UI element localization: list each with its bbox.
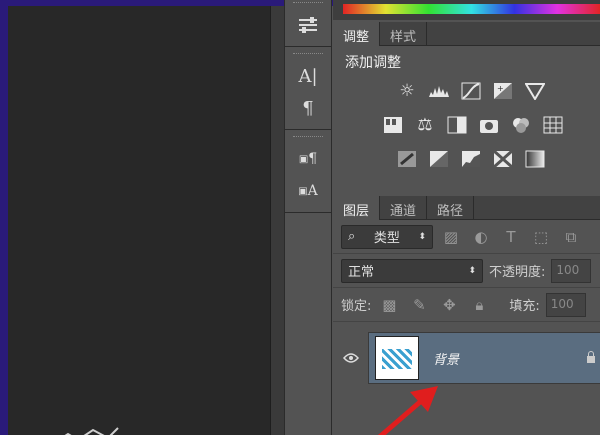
grip-handle[interactable] bbox=[293, 2, 323, 8]
search-icon: ⌕ bbox=[348, 229, 356, 244]
fill-label: 填充: bbox=[509, 299, 540, 314]
blend-mode-row: 正常 ⬍ 不透明度: 100 bbox=[333, 254, 600, 288]
lock-icon bbox=[586, 350, 600, 366]
filter-shape-icon[interactable]: ⬚ bbox=[529, 228, 553, 246]
lock-position-icon[interactable]: ✥ bbox=[437, 296, 461, 314]
layer-filter-row: ⌕ 类型 ⬍ ▨ ◐ T ⬚ ⧉ bbox=[333, 220, 600, 254]
annotation-arrow-icon bbox=[377, 386, 438, 435]
filter-adjustment-icon[interactable]: ◐ bbox=[469, 228, 493, 246]
svg-text:+: + bbox=[497, 84, 504, 93]
fill-input[interactable]: 100 bbox=[545, 292, 586, 317]
canvas-scroll-edge bbox=[270, 6, 284, 435]
tab-channels[interactable]: 通道 bbox=[380, 196, 428, 220]
filter-kind-value: 类型 bbox=[373, 231, 400, 246]
panel-icon-column: A| ¶ ▣ ¶ ▣ A bbox=[284, 0, 332, 435]
lock-transparent-icon[interactable]: ▩ bbox=[377, 296, 401, 314]
black-white-icon[interactable] bbox=[445, 114, 469, 136]
filter-kind-select[interactable]: ⌕ 类型 ⬍ bbox=[341, 224, 433, 249]
color-lookup-icon[interactable] bbox=[541, 114, 565, 136]
opacity-label: 不透明度: bbox=[489, 265, 546, 280]
swatches-strip bbox=[333, 0, 600, 20]
opacity-input[interactable]: 100 bbox=[551, 258, 592, 283]
invert-icon[interactable] bbox=[395, 148, 419, 170]
levels-icon[interactable] bbox=[427, 80, 451, 102]
window-frame-left bbox=[0, 0, 8, 435]
tab-paths[interactable]: 路径 bbox=[427, 196, 475, 220]
tab-layers[interactable]: 图层 bbox=[333, 196, 381, 220]
brightness-icon[interactable]: ☼ bbox=[395, 80, 419, 102]
hue-saturation-icon[interactable] bbox=[381, 114, 405, 136]
layers-tabbar: 图层 通道 路径 bbox=[333, 196, 600, 220]
adjustments-row-2: ⚖ bbox=[333, 108, 600, 142]
adjustments-title: 添加调整 bbox=[345, 55, 401, 71]
grip-handle[interactable] bbox=[293, 53, 323, 59]
grip-handle[interactable] bbox=[293, 136, 323, 142]
color-balance-icon[interactable]: ⚖ bbox=[413, 114, 437, 136]
properties-sliders-icon[interactable] bbox=[288, 10, 328, 40]
chevron-updown-icon: ⬍ bbox=[468, 265, 476, 276]
posterize-icon[interactable] bbox=[427, 148, 451, 170]
blend-mode-select[interactable]: 正常 ⬍ bbox=[341, 258, 483, 283]
filter-type-icon[interactable]: T bbox=[499, 228, 523, 246]
lock-label: 锁定: bbox=[341, 299, 372, 314]
adjustments-panel: 调整 样式 添加调整 ☼ + ⚖ bbox=[333, 22, 600, 190]
threshold-icon[interactable] bbox=[459, 148, 483, 170]
color-ramp[interactable] bbox=[343, 4, 600, 14]
paragraph-styles-icon[interactable]: ▣ ¶ bbox=[288, 144, 328, 174]
photo-filter-icon[interactable] bbox=[477, 114, 501, 136]
lock-row: 锁定: ▩ ✎ ✥ 🔒︎ 填充: 100 bbox=[333, 288, 600, 322]
paragraph-icon[interactable]: ¶ bbox=[288, 93, 328, 123]
vibrance-icon[interactable] bbox=[523, 80, 547, 102]
filter-smart-object-icon[interactable]: ⧉ bbox=[559, 228, 583, 246]
eye-icon[interactable] bbox=[333, 332, 369, 384]
channel-mixer-icon[interactable] bbox=[509, 114, 533, 136]
layer-name[interactable]: 背景 bbox=[433, 349, 586, 368]
gradient-map-icon[interactable] bbox=[523, 148, 547, 170]
document-canvas[interactable] bbox=[8, 6, 270, 435]
adjustments-tabbar: 调整 样式 bbox=[333, 22, 600, 46]
chevron-updown-icon: ⬍ bbox=[418, 231, 426, 242]
adjustments-row-3 bbox=[333, 142, 600, 176]
lock-brush-icon[interactable]: ✎ bbox=[407, 296, 431, 314]
curves-icon[interactable] bbox=[459, 80, 483, 102]
exposure-icon[interactable]: + bbox=[491, 80, 515, 102]
canvas-sketch bbox=[64, 427, 119, 435]
tab-styles[interactable]: 样式 bbox=[380, 22, 428, 46]
layer-thumbnail bbox=[375, 336, 419, 380]
character-icon[interactable]: A| bbox=[288, 61, 328, 91]
lock-all-icon[interactable]: 🔒︎ bbox=[467, 296, 491, 314]
character-styles-icon[interactable]: ▣ A bbox=[288, 176, 328, 206]
selective-color-icon[interactable] bbox=[491, 148, 515, 170]
filter-pixel-icon[interactable]: ▨ bbox=[439, 228, 463, 246]
adjustments-row-1: ☼ + bbox=[333, 74, 600, 108]
tab-adjustments[interactable]: 调整 bbox=[333, 22, 381, 46]
blend-mode-value: 正常 bbox=[348, 265, 375, 280]
layer-row-background[interactable]: 背景 bbox=[333, 332, 600, 384]
